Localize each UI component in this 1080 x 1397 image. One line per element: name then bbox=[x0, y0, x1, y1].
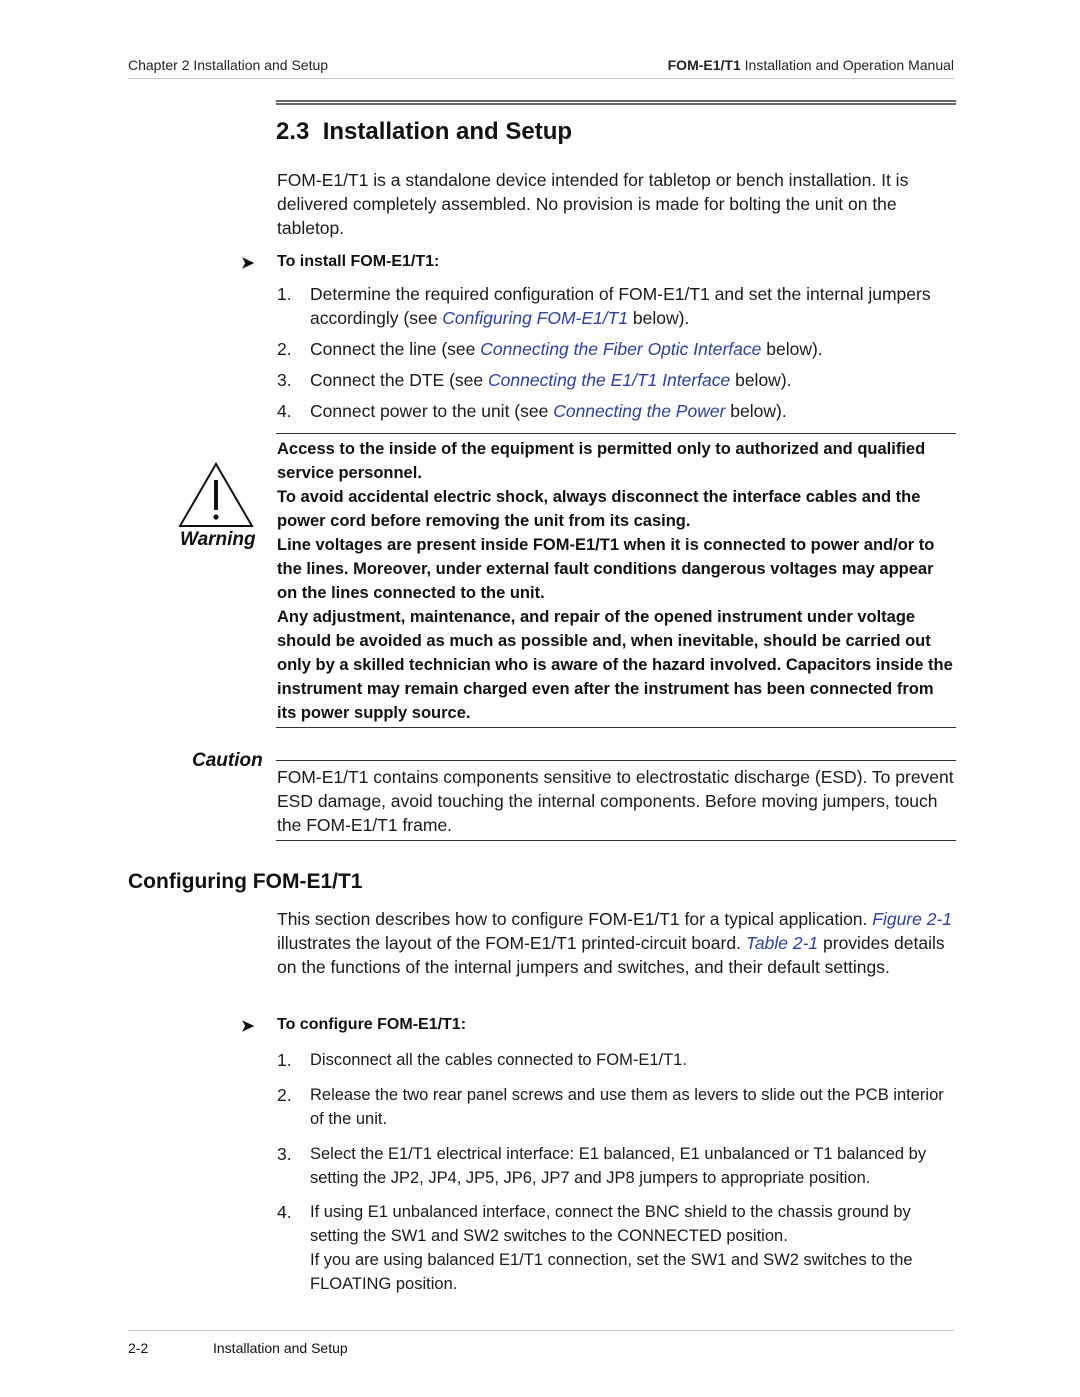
footer-title: Installation and Setup bbox=[213, 1340, 348, 1356]
subsection-title: Configuring FOM-E1/T1 bbox=[128, 870, 363, 893]
step-text: Connect the DTE (see bbox=[310, 370, 488, 390]
step-text: below). bbox=[730, 370, 792, 390]
running-header-chapter: Chapter 2 Installation and Setup bbox=[128, 57, 329, 73]
step-number: 1. bbox=[277, 1050, 292, 1070]
step-text: Connect the line (see bbox=[310, 339, 481, 359]
step-number: 3. bbox=[277, 370, 292, 390]
step-text: Release the two rear panel screws and us… bbox=[310, 1086, 944, 1128]
link-configuring[interactable]: Configuring FOM-E1/T1 bbox=[442, 308, 628, 328]
configure-procedure-title: ➤ To configure FOM-E1/T1: bbox=[241, 1016, 467, 1035]
section-intro: FOM-E1/T1 is a standalone device intende… bbox=[277, 170, 909, 238]
arrowhead-icon: ➤ bbox=[241, 1018, 255, 1035]
intro-text: illustrates the layout of the FOM-E1/T1 … bbox=[277, 933, 746, 953]
manual-title-rest: Installation and Operation Manual bbox=[740, 57, 954, 73]
link-power[interactable]: Connecting the Power bbox=[553, 401, 725, 421]
warning-label: Warning bbox=[180, 529, 256, 550]
step-text: If using E1 unbalanced interface, connec… bbox=[310, 1200, 960, 1296]
warning-bottom-rule bbox=[276, 727, 956, 728]
page-number: 2-2 bbox=[128, 1340, 149, 1356]
step-number: 2. bbox=[277, 339, 292, 359]
section-double-rule bbox=[276, 100, 956, 105]
step-text-extra: If you are using balanced E1/T1 connecti… bbox=[310, 1251, 913, 1293]
step-number: 2. bbox=[277, 1085, 292, 1105]
install-procedure-title: ➤ To install FOM-E1/T1: bbox=[241, 253, 440, 272]
warning-paragraph: Any adjustment, maintenance, and repair … bbox=[277, 608, 953, 722]
step-number: 4. bbox=[277, 401, 292, 421]
link-e1t1-interface[interactable]: Connecting the E1/T1 Interface bbox=[488, 370, 730, 390]
link-fiber-optic[interactable]: Connecting the Fiber Optic Interface bbox=[480, 339, 761, 359]
step-text: Disconnect all the cables connected to F… bbox=[310, 1051, 687, 1069]
warning-top-rule bbox=[276, 433, 956, 434]
step-number: 4. bbox=[277, 1202, 292, 1222]
caution-label: Caution bbox=[192, 750, 263, 771]
arrowhead-icon: ➤ bbox=[241, 255, 255, 272]
intro-text: This section describes how to configure … bbox=[277, 909, 873, 929]
running-header-manual: FOM-E1/T1 Installation and Operation Man… bbox=[668, 57, 954, 73]
section-title: 2.3 Installation and Setup bbox=[276, 118, 573, 145]
header-divider bbox=[128, 78, 954, 79]
step-number: 1. bbox=[277, 284, 292, 304]
warning-paragraph: Access to the inside of the equipment is… bbox=[277, 440, 926, 482]
step-text: below). bbox=[628, 308, 690, 328]
caution-top-rule bbox=[276, 760, 956, 761]
step-text: Select the E1/T1 electrical interface: E… bbox=[310, 1145, 927, 1187]
link-table-2-1[interactable]: Table 2-1 bbox=[746, 933, 818, 953]
step-text: below). bbox=[761, 339, 823, 359]
link-figure-2-1[interactable]: Figure 2-1 bbox=[872, 909, 952, 929]
warning-triangle-icon bbox=[178, 462, 254, 527]
step-text-main: If using E1 unbalanced interface, connec… bbox=[310, 1203, 911, 1245]
warning-paragraph: To avoid accidental electric shock, alwa… bbox=[277, 488, 921, 530]
configure-procedure-label: To configure FOM-E1/T1: bbox=[277, 1016, 467, 1033]
manual-product-name: FOM-E1/T1 bbox=[667, 57, 741, 73]
configuring-intro: This section describes how to configure … bbox=[277, 907, 957, 979]
footer-divider bbox=[128, 1330, 954, 1331]
step-text: below). bbox=[725, 401, 787, 421]
caution-bottom-rule bbox=[276, 840, 956, 841]
step-text: Connect power to the unit (see bbox=[310, 401, 554, 421]
step-number: 3. bbox=[277, 1144, 292, 1164]
warning-paragraph: Line voltages are present inside FOM-E1/… bbox=[277, 536, 935, 602]
warning-text: Access to the inside of the equipment is… bbox=[277, 437, 957, 725]
caution-text: FOM-E1/T1 contains components sensitive … bbox=[277, 767, 954, 835]
install-procedure-label: To install FOM-E1/T1: bbox=[277, 253, 440, 270]
